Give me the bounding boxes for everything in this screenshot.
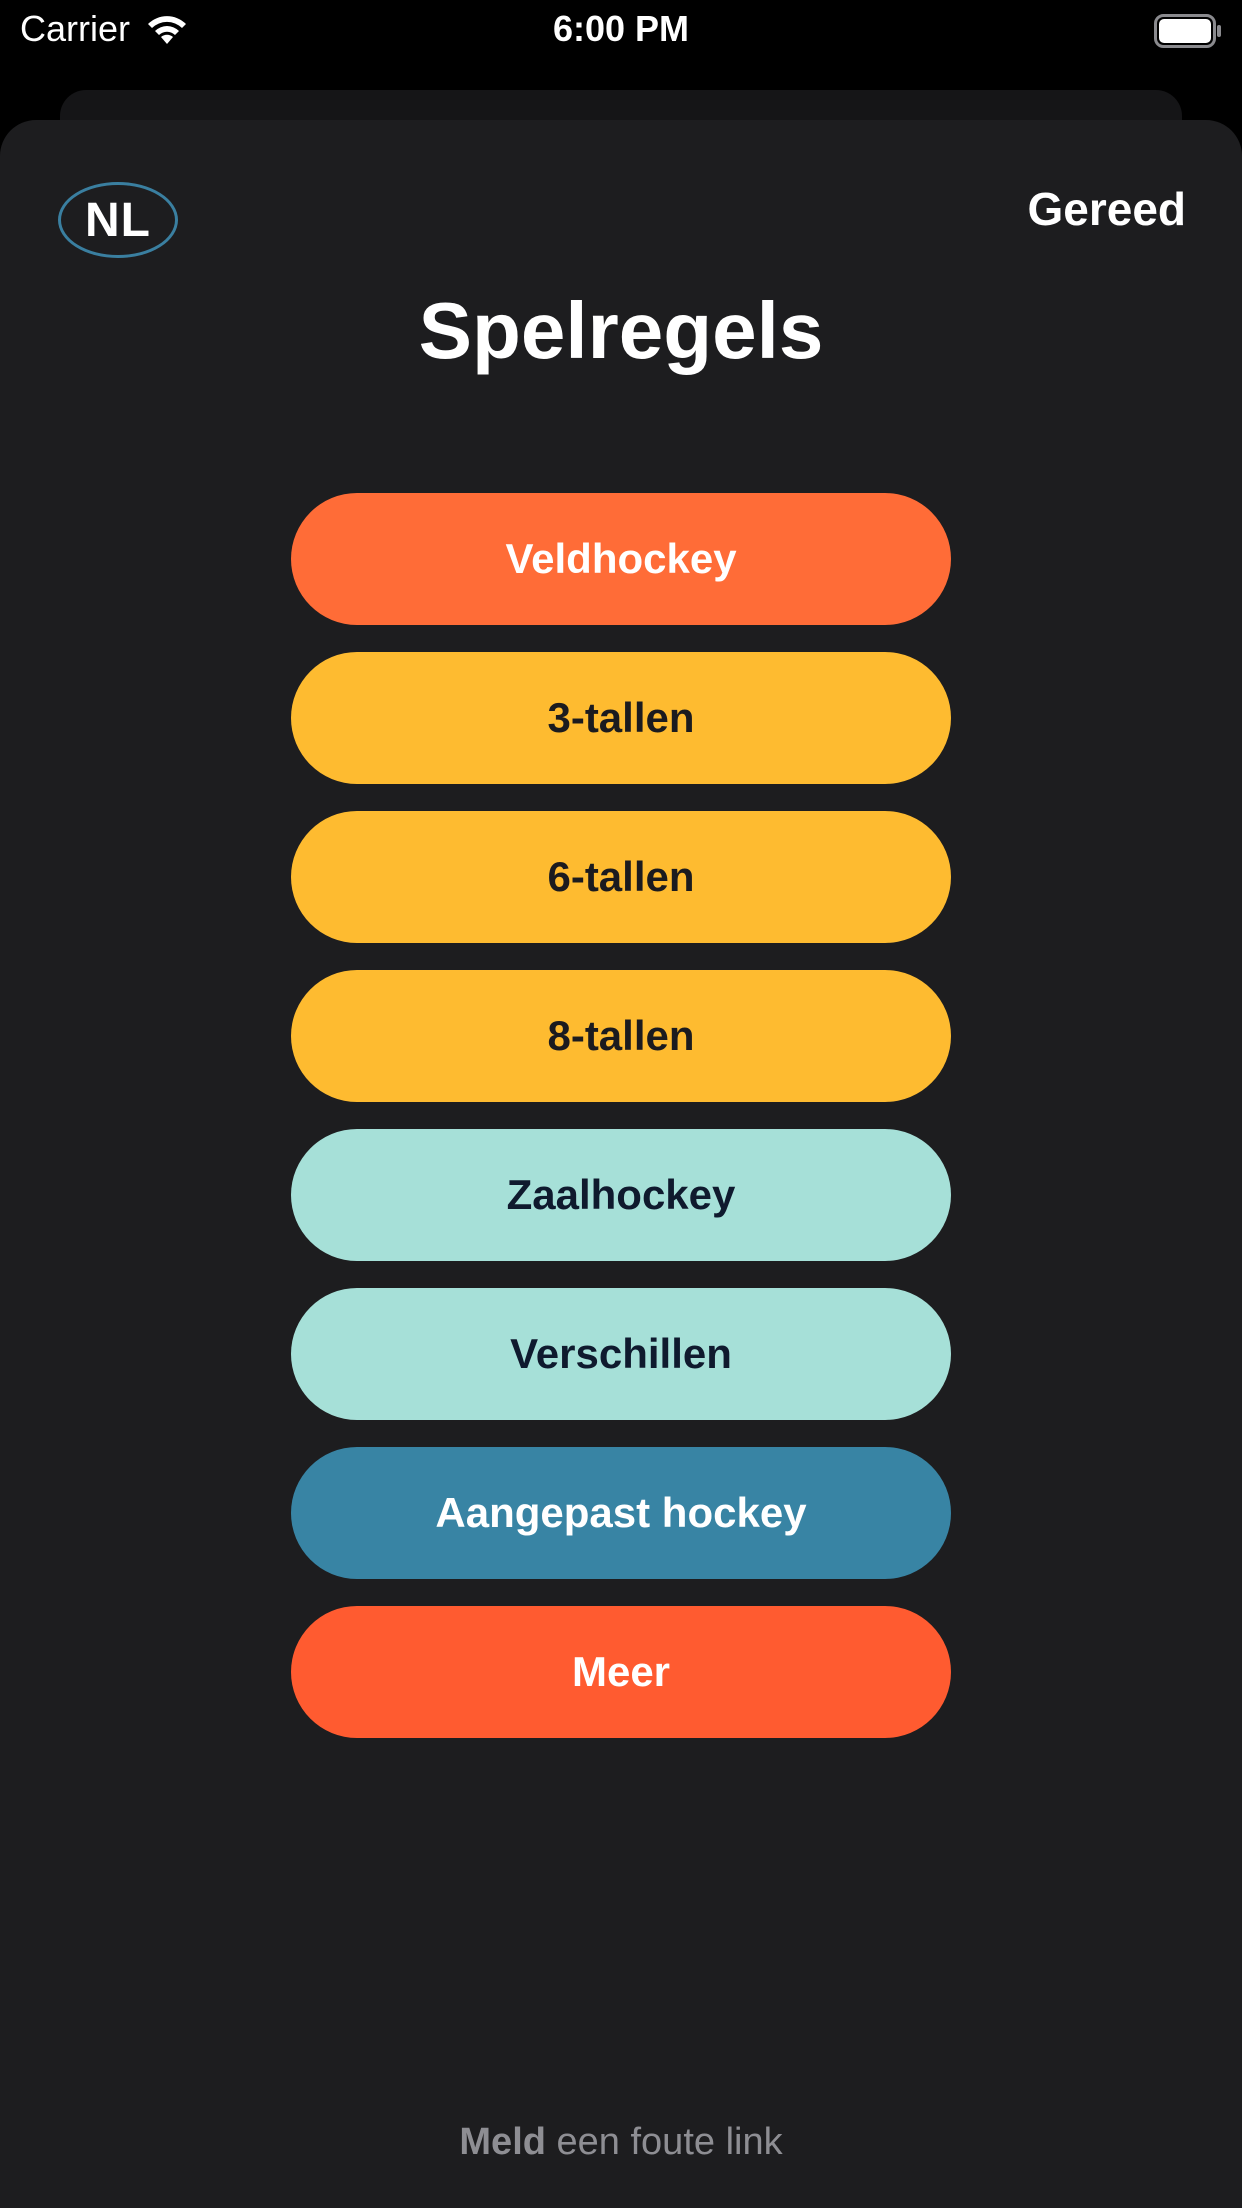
- rules-menu: Veldhockey 3-tallen 6-tallen 8-tallen Za…: [291, 493, 951, 1738]
- menu-button-zaalhockey[interactable]: Zaalhockey: [291, 1129, 951, 1261]
- menu-button-3-tallen[interactable]: 3-tallen: [291, 652, 951, 784]
- menu-button-meer[interactable]: Meer: [291, 1606, 951, 1738]
- page-title: Spelregels: [418, 286, 824, 375]
- rules-sheet: NL Gereed Spelregels Veldhockey 3-tallen…: [0, 120, 1242, 2208]
- report-link-text: een foute link: [556, 2121, 783, 2163]
- report-link-bold: Meld: [459, 2121, 546, 2163]
- menu-button-verschillen[interactable]: Verschillen: [291, 1288, 951, 1420]
- menu-button-veldhockey[interactable]: Veldhockey: [291, 493, 951, 625]
- status-bar: Carrier 6:00 PM: [0, 0, 1242, 62]
- menu-button-8-tallen[interactable]: 8-tallen: [291, 970, 951, 1102]
- battery-icon: [1154, 14, 1221, 48]
- done-button[interactable]: Gereed: [1027, 182, 1186, 236]
- menu-button-6-tallen[interactable]: 6-tallen: [291, 811, 951, 943]
- status-time: 6:00 PM: [552, 8, 690, 49]
- menu-button-aangepast-hockey[interactable]: Aangepast hockey: [291, 1447, 951, 1579]
- report-broken-link[interactable]: Meld een foute link: [0, 2121, 1242, 2164]
- language-switch-button[interactable]: NL: [58, 182, 178, 258]
